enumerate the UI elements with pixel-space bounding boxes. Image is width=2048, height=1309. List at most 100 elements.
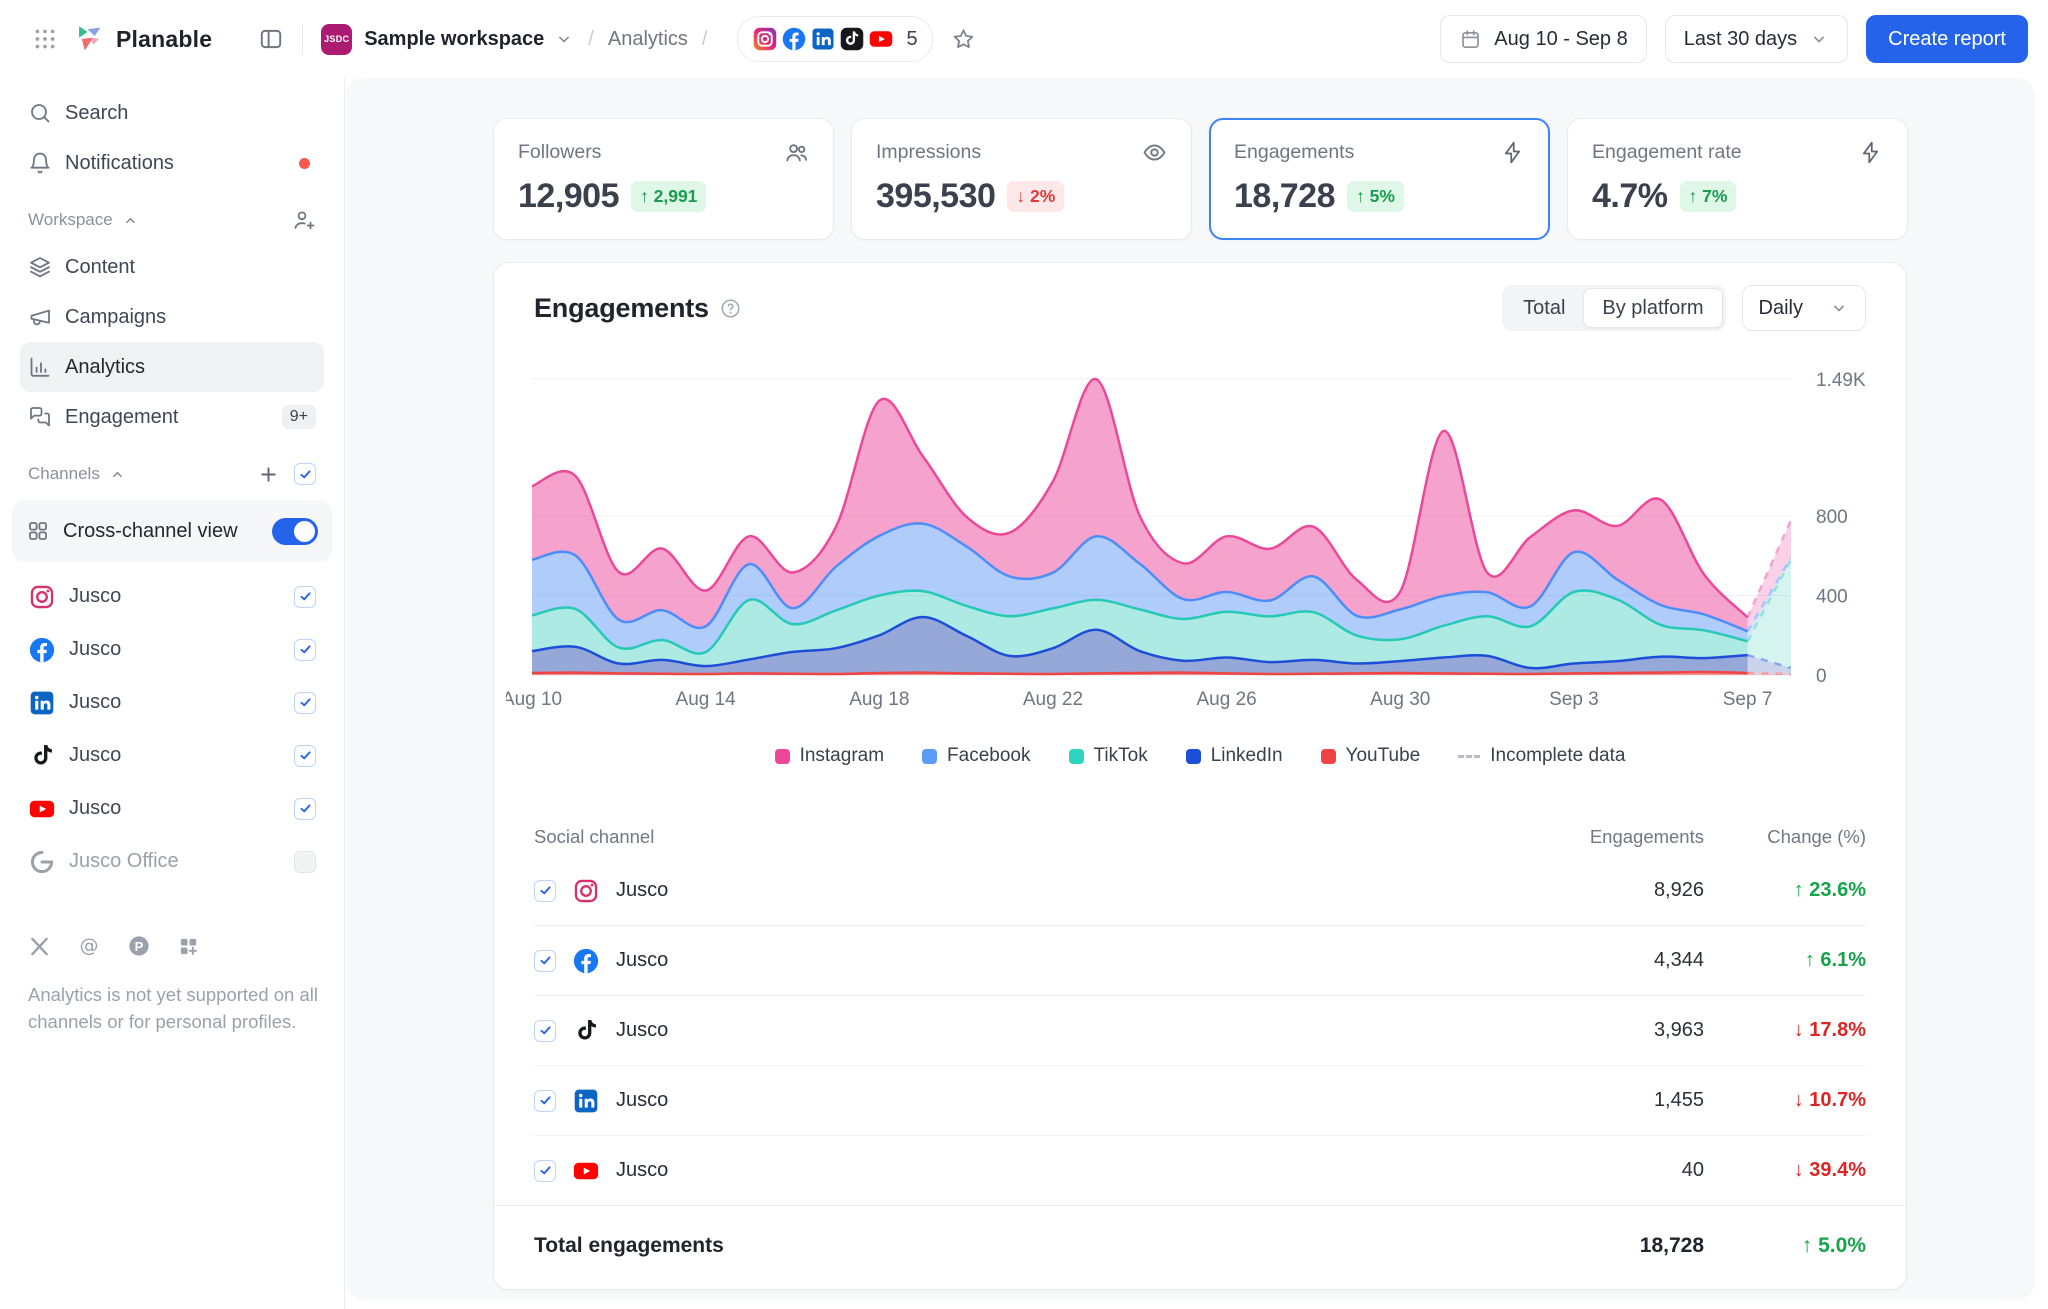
workspace-section-header[interactable]: Workspace: [20, 198, 324, 242]
help-icon[interactable]: [719, 297, 742, 320]
sidebar: Search Notifications Workspace ContentCa…: [0, 78, 345, 1309]
channel-name: Jusco: [69, 638, 121, 661]
date-preset-value: Last 30 days: [1684, 28, 1797, 51]
engagements-area-chart[interactable]: 04008001.49KAug 10Aug 14Aug 18Aug 22Aug …: [506, 349, 1871, 717]
svg-text:@: @: [80, 935, 99, 957]
sidebar-item-engagement[interactable]: Engagement9+: [20, 392, 324, 442]
svg-text:800: 800: [1816, 507, 1848, 528]
sidebar-item-campaigns[interactable]: Campaigns: [20, 292, 324, 342]
legend-swatch: [1321, 749, 1336, 764]
channel-checkbox-youtube[interactable]: [294, 798, 316, 820]
cross-channel-view-row[interactable]: Cross-channel view: [12, 500, 332, 562]
table-header: Social channel Engagements Change (%): [534, 818, 1866, 856]
linkedin-icon: [28, 689, 56, 717]
breadcrumb-section[interactable]: Analytics: [608, 28, 688, 51]
table-row-facebook[interactable]: Jusco4,344↑ 6.1%: [534, 926, 1866, 996]
planable-logo: [72, 22, 106, 56]
stat-card-followers[interactable]: Followers12,905↑ 2,991: [493, 118, 834, 240]
tiktok-icon: [572, 1017, 600, 1045]
chevron-down-icon[interactable]: [554, 29, 574, 49]
row-checkbox-instagram[interactable]: [534, 880, 556, 902]
channel-row-linkedin[interactable]: Jusco: [20, 676, 324, 729]
row-change-value: ↑ 6.1%: [1704, 949, 1866, 972]
stat-card-change-badge: ↑ 7%: [1680, 181, 1737, 212]
row-checkbox-youtube[interactable]: [534, 1160, 556, 1182]
panel-title: Engagements: [534, 293, 709, 324]
row-change-value: ↓ 17.8%: [1704, 1019, 1866, 1042]
table-row-linkedin[interactable]: Jusco1,455↓ 10.7%: [534, 1066, 1866, 1136]
row-channel-name: Jusco: [616, 1019, 668, 1042]
facebook-icon: [28, 636, 56, 664]
users-icon: [784, 140, 809, 165]
date-range-picker[interactable]: Aug 10 - Sep 8: [1440, 15, 1646, 63]
instagram-icon: [752, 26, 778, 52]
table-row-tiktok[interactable]: Jusco3,963↓ 17.8%: [534, 996, 1866, 1066]
channel-checkbox-tiktok[interactable]: [294, 745, 316, 767]
channel-row-google[interactable]: Jusco Office: [20, 835, 324, 888]
channel-row-facebook[interactable]: Jusco: [20, 623, 324, 676]
breadcrumb-separator: /: [588, 28, 594, 51]
stat-card-impressions[interactable]: Impressions395,530↓ 2%: [851, 118, 1192, 240]
stat-card-title: Followers: [518, 141, 601, 164]
total-row: Total engagements 18,728 ↑ 5.0%: [534, 1206, 1866, 1286]
granularity-select[interactable]: Daily: [1742, 285, 1866, 331]
legend-item-incomplete-data: Incomplete data: [1458, 745, 1625, 767]
workspace-avatar[interactable]: JSDC: [321, 24, 352, 55]
channel-checkbox-instagram[interactable]: [294, 586, 316, 608]
app-launcher-icon[interactable]: [32, 26, 58, 52]
svg-text:Aug 22: Aug 22: [1023, 689, 1083, 710]
svg-text:0: 0: [1816, 666, 1827, 687]
cross-channel-toggle[interactable]: [272, 518, 318, 545]
select-all-channels-checkbox[interactable]: [294, 463, 316, 485]
create-report-button[interactable]: Create report: [1866, 15, 2028, 63]
row-channel-cell: Jusco: [534, 1087, 1404, 1115]
stat-card-engagements[interactable]: Engagements18,728↑ 5%: [1209, 118, 1550, 240]
collapse-sidebar-icon[interactable]: [258, 26, 284, 52]
channel-checkbox-facebook[interactable]: [294, 639, 316, 661]
legend-label: TikTok: [1094, 745, 1148, 767]
row-channel-cell: Jusco: [534, 1157, 1404, 1185]
stat-card-engagement-rate[interactable]: Engagement rate4.7%↑ 7%: [1567, 118, 1908, 240]
megaphone-icon: [28, 305, 52, 329]
view-option-by-platform[interactable]: By platform: [1583, 288, 1722, 328]
channel-row-youtube[interactable]: Jusco: [20, 782, 324, 835]
channel-checkbox-linkedin[interactable]: [294, 692, 316, 714]
channel-row-tiktok[interactable]: Jusco: [20, 729, 324, 782]
channel-checkbox-google[interactable]: [294, 851, 316, 873]
chart-legend: InstagramFacebookTikTokLinkedInYouTubeIn…: [494, 745, 1906, 767]
view-toggle: Total By platform: [1502, 285, 1725, 331]
channel-row-instagram[interactable]: Jusco: [20, 570, 324, 623]
layers-icon: [28, 255, 52, 279]
invite-user-icon[interactable]: [292, 208, 316, 232]
legend-item-linkedin: LinkedIn: [1186, 745, 1283, 767]
date-preset-select[interactable]: Last 30 days: [1665, 15, 1848, 63]
table-row-instagram[interactable]: Jusco8,926↑ 23.6%: [534, 856, 1866, 926]
stat-card-change-badge: ↑ 5%: [1347, 181, 1404, 212]
view-option-total[interactable]: Total: [1505, 288, 1583, 328]
sidebar-item-notifications[interactable]: Notifications: [20, 138, 324, 188]
tiktok-icon: [839, 26, 865, 52]
add-channel-icon[interactable]: [257, 463, 280, 486]
calendar-icon: [1459, 28, 1482, 51]
grid-icon: [26, 519, 50, 543]
channel-selector-pill[interactable]: 5: [737, 16, 932, 62]
sidebar-item-analytics[interactable]: Analytics: [20, 342, 324, 392]
workspace-name[interactable]: Sample workspace: [364, 28, 544, 51]
chevron-down-icon: [1809, 29, 1829, 49]
row-checkbox-tiktok[interactable]: [534, 1020, 556, 1042]
stat-card-value: 4.7%: [1592, 177, 1668, 216]
row-channel-name: Jusco: [616, 1159, 668, 1182]
table-row-youtube[interactable]: Jusco40↓ 39.4%: [534, 1136, 1866, 1205]
channels-section-header[interactable]: Channels: [20, 452, 324, 496]
search-icon: [28, 101, 52, 125]
favorite-star-icon[interactable]: [951, 27, 976, 52]
svg-text:Aug 10: Aug 10: [506, 689, 562, 710]
sidebar-item-label: Engagement: [65, 406, 178, 429]
messages-icon: [28, 405, 52, 429]
row-checkbox-facebook[interactable]: [534, 950, 556, 972]
notifications-label: Notifications: [65, 152, 174, 175]
sidebar-item-search[interactable]: Search: [20, 88, 324, 138]
svg-text:1.49K: 1.49K: [1816, 370, 1866, 391]
row-checkbox-linkedin[interactable]: [534, 1090, 556, 1112]
sidebar-item-content[interactable]: Content: [20, 242, 324, 292]
